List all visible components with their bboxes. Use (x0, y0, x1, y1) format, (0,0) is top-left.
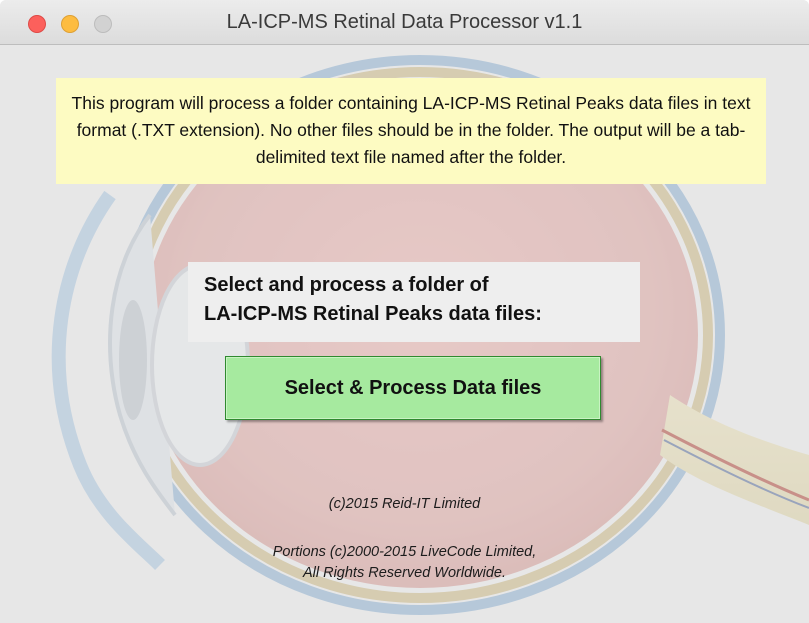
livecode-line-2: All Rights Reserved Worldwide. (302, 565, 507, 581)
title-bar[interactable]: LA-ICP-MS Retinal Data Processor v1.1 (0, 0, 809, 45)
livecode-line-1: Portions (c)2000-2015 LiveCode Limited, (272, 544, 537, 560)
select-folder-prompt: Select and process a folder of LA-ICP-MS… (188, 262, 640, 342)
window-title: LA-ICP-MS Retinal Data Processor v1.1 (226, 11, 583, 33)
app-window: LA-ICP-MS Retinal Data Processor v1.1 Th… (0, 0, 809, 623)
main-content: This program will process a folder conta… (0, 45, 809, 623)
copyright-livecode: Portions (c)2000-2015 LiveCode Limited, … (0, 542, 809, 584)
copyright-company: (c)2015 Reid-IT Limited (328, 496, 481, 512)
prompt-line-2: LA-ICP-MS Retinal Peaks data files: (204, 303, 542, 325)
prompt-line-1: Select and process a folder of (204, 274, 489, 296)
instructions-panel: This program will process a folder conta… (56, 78, 766, 184)
select-process-button[interactable]: Select & Process Data files (225, 356, 601, 420)
